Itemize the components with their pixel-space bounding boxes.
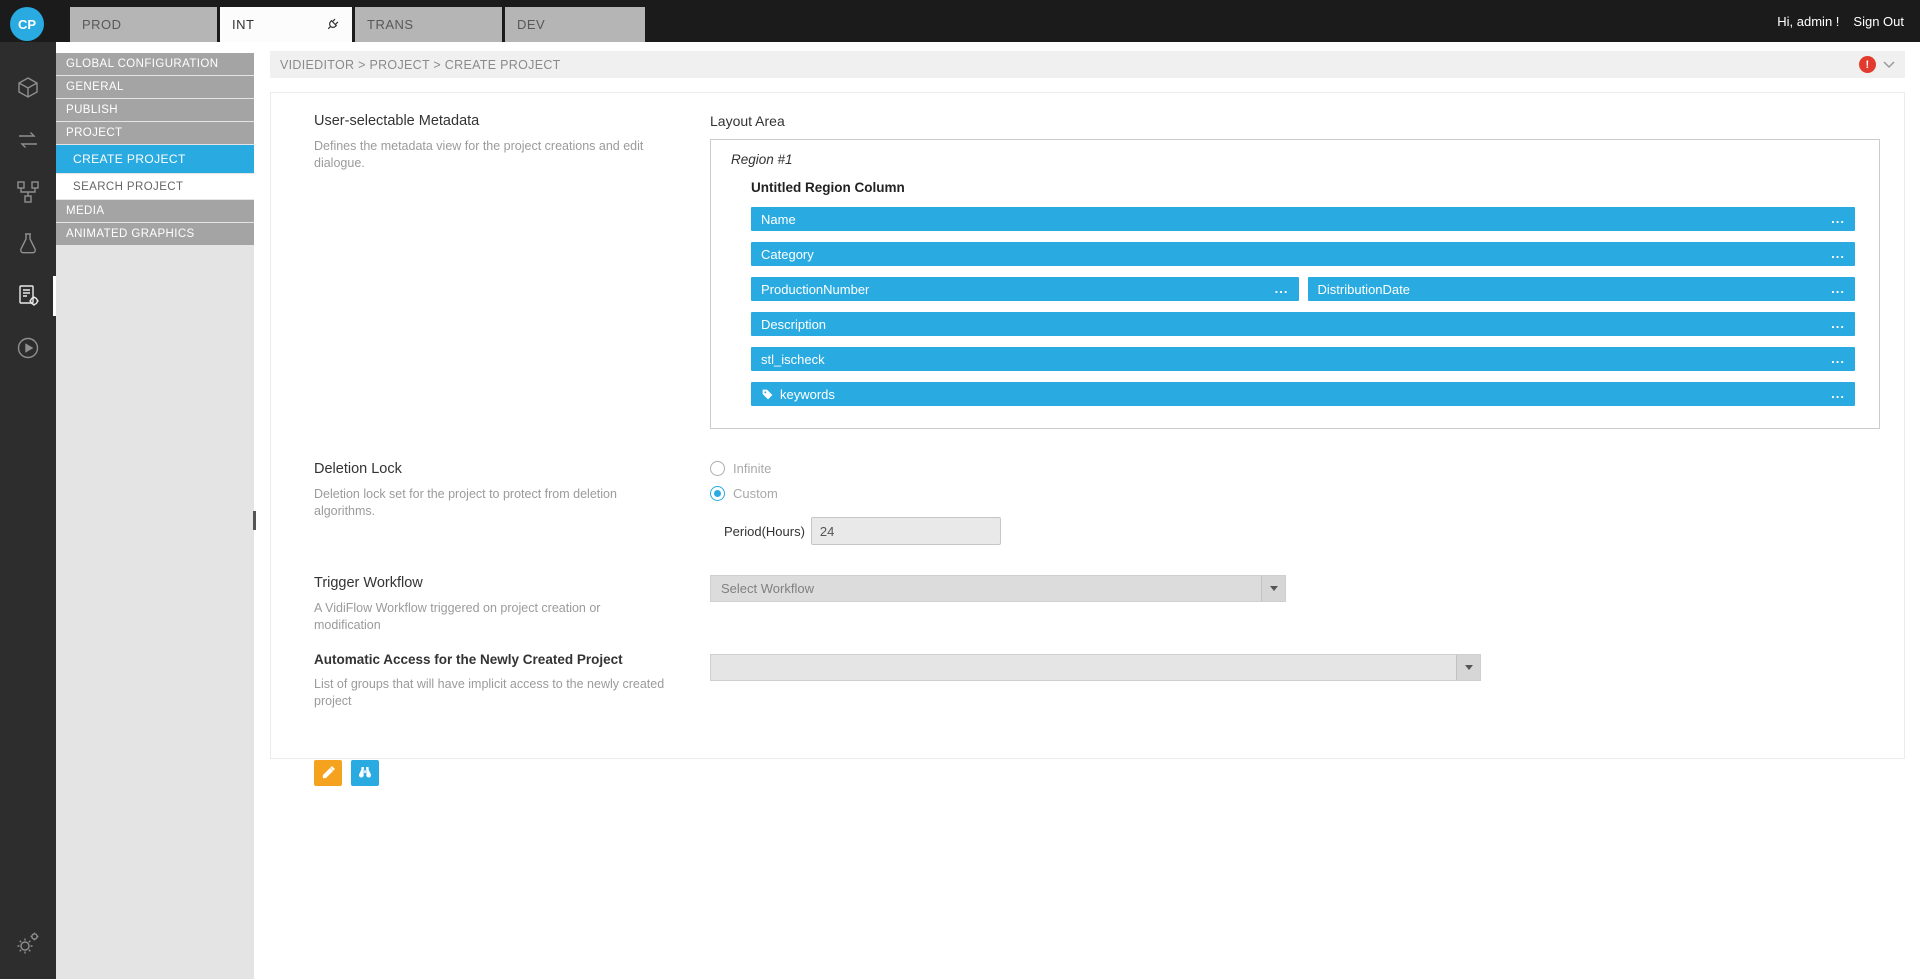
field-label: DistributionDate [1318,282,1411,297]
action-buttons [314,760,1880,786]
tab-int[interactable]: INT [220,7,352,42]
select-workflow-dropdown[interactable]: Select Workflow [710,575,1286,602]
layout-area: Region #1 Untitled Region Column Name ..… [710,139,1880,429]
gears-icon[interactable] [0,917,56,969]
preview-button[interactable] [351,760,379,786]
metadata-section-description: Defines the metadata view for the projec… [314,138,670,172]
sidebar-item-global-configuration[interactable]: GLOBAL CONFIGURATION [56,53,254,75]
flask-icon[interactable] [0,218,56,270]
radio-custom-label: Custom [733,486,778,501]
editor-icon[interactable] [0,270,56,322]
environment-tabs: PROD INT TRANS DEV [70,7,645,42]
dropdown-arrow-icon[interactable] [1261,576,1285,601]
field-options-ellipsis-icon[interactable]: ... [1831,251,1845,256]
dropdown-arrow-icon[interactable] [1456,655,1480,680]
trigger-workflow-description: A VidiFlow Workflow triggered on project… [314,600,670,634]
player-icon[interactable] [0,322,56,374]
sidebar-item-project[interactable]: PROJECT [56,122,254,144]
field-label: keywords [780,387,835,402]
sidebar-resize-handle[interactable] [253,511,256,530]
region-title: Region #1 [731,152,1855,167]
sidebar-item-search-project[interactable]: SEARCH PROJECT [56,174,254,199]
metadata-section-title: User-selectable Metadata [314,113,670,129]
breadcrumb-bar: VIDIEDITOR > PROJECT > CREATE PROJECT ! [270,51,1905,78]
app-icon-rail [0,42,56,979]
app-logo[interactable]: CP [10,7,44,41]
tab-dev-label: DEV [517,17,545,32]
field-options-ellipsis-icon[interactable]: ... [1831,356,1845,361]
metadata-field-distributiondate[interactable]: DistributionDate ... [1308,277,1856,301]
radio-custom[interactable]: Custom [710,486,1880,501]
field-options-ellipsis-icon[interactable]: ... [1831,216,1845,221]
content-panel: User-selectable Metadata Defines the met… [270,92,1905,759]
region-column-title: Untitled Region Column [751,180,1855,195]
trigger-workflow-title: Trigger Workflow [314,575,670,591]
radio-custom-control[interactable] [710,486,725,501]
period-hours-input[interactable] [811,517,1001,545]
tab-dev[interactable]: DEV [505,7,645,42]
trigger-workflow-section: Trigger Workflow A VidiFlow Workflow tri… [314,575,1880,634]
access-groups-dropdown[interactable] [710,654,1481,681]
tab-prod-label: PROD [82,17,122,32]
sidebar-item-publish[interactable]: PUBLISH [56,99,254,121]
user-greeting: Hi, admin ! [1777,14,1839,29]
sidebar-item-media[interactable]: MEDIA [56,200,254,222]
error-icon[interactable]: ! [1859,56,1876,73]
sidebar-item-create-project[interactable]: CREATE PROJECT [56,145,254,173]
cube-icon[interactable] [0,62,56,114]
layout-area-label: Layout Area [710,113,1880,129]
radio-infinite-label: Infinite [733,461,771,476]
topbar: CP PROD INT TRANS DEV Hi, admin ! Sign O… [0,0,1920,42]
radio-infinite[interactable]: Infinite [710,461,1880,476]
plug-icon [324,17,340,33]
deletion-lock-section: Deletion Lock Deletion lock set for the … [314,461,1880,545]
exchange-icon[interactable] [0,114,56,166]
deletion-lock-description: Deletion lock set for the project to pro… [314,486,670,520]
workflow-icon[interactable] [0,166,56,218]
radio-infinite-control[interactable] [710,461,725,476]
field-label: stl_ischeck [761,352,825,367]
sidebar-item-general[interactable]: GENERAL [56,76,254,98]
metadata-field-category[interactable]: Category ... [751,242,1855,266]
tab-prod[interactable]: PROD [70,7,217,42]
breadcrumb: VIDIEDITOR > PROJECT > CREATE PROJECT [280,58,561,72]
field-label: Category [761,247,814,262]
chevron-down-icon[interactable] [1883,61,1895,69]
binoculars-icon [357,765,373,781]
field-label: Name [761,212,796,227]
main-area: VIDIEDITOR > PROJECT > CREATE PROJECT ! … [254,42,1920,979]
tag-icon [761,388,774,401]
period-hours-label: Period(Hours) [724,524,805,539]
field-options-ellipsis-icon[interactable]: ... [1831,391,1845,396]
metadata-field-keywords[interactable]: keywords ... [751,382,1855,406]
deletion-lock-title: Deletion Lock [314,461,670,477]
field-label: Description [761,317,826,332]
sign-out-link[interactable]: Sign Out [1853,14,1904,29]
field-label: ProductionNumber [761,282,869,297]
metadata-field-name[interactable]: Name ... [751,207,1855,231]
automatic-access-section: Automatic Access for the Newly Created P… [314,652,1880,710]
field-options-ellipsis-icon[interactable]: ... [1831,321,1845,326]
automatic-access-description: List of groups that will have implicit a… [314,676,670,710]
sidebar: GLOBAL CONFIGURATION GENERAL PUBLISH PRO… [56,42,254,979]
automatic-access-title: Automatic Access for the Newly Created P… [314,652,670,667]
field-options-ellipsis-icon[interactable]: ... [1275,286,1289,291]
metadata-field-stl-ischeck[interactable]: stl_ischeck ... [751,347,1855,371]
field-options-ellipsis-icon[interactable]: ... [1831,286,1845,291]
tab-trans[interactable]: TRANS [355,7,502,42]
metadata-field-productionnumber[interactable]: ProductionNumber ... [751,277,1299,301]
metadata-section: User-selectable Metadata Defines the met… [314,113,1880,429]
edit-button[interactable] [314,760,342,786]
metadata-field-description[interactable]: Description ... [751,312,1855,336]
pencil-icon [321,765,336,780]
tab-trans-label: TRANS [367,17,414,32]
select-workflow-value: Select Workflow [711,581,1261,596]
sidebar-item-animated-graphics[interactable]: ANIMATED GRAPHICS [56,223,254,245]
tab-int-label: INT [232,17,254,32]
